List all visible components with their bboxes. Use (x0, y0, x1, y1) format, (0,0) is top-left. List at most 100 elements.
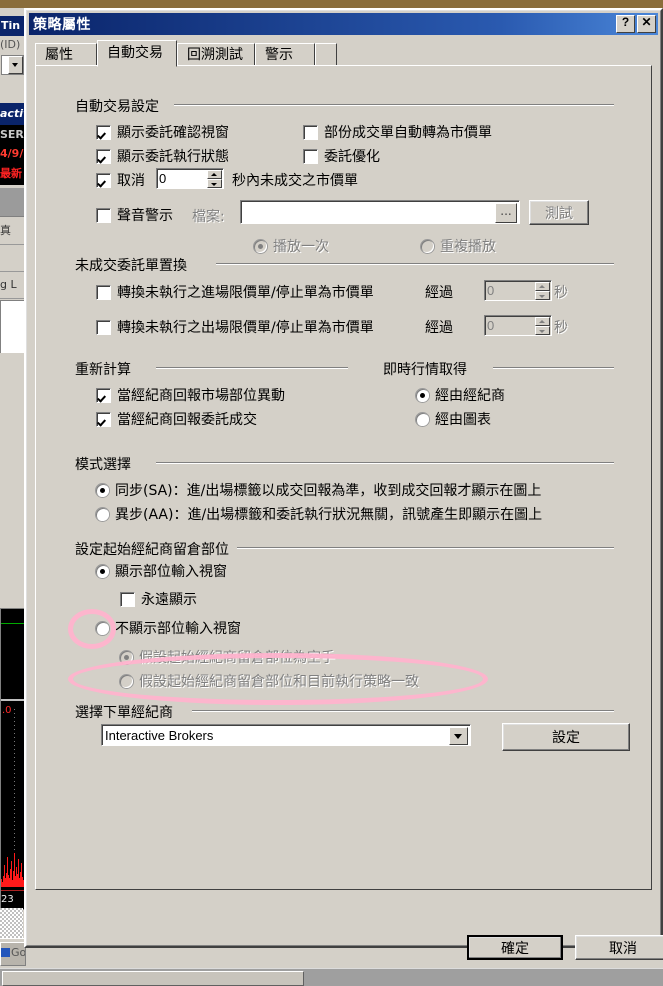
group-label-broker: 選擇下單經紀商 (75, 702, 179, 722)
radio-dot (254, 239, 267, 253)
background-white-panel (0, 300, 25, 354)
checkbox-cancel-unfilled[interactable]: 取消 (96, 170, 145, 190)
test-sound-button[interactable]: 測試 (529, 200, 589, 225)
stepper-buttons[interactable] (535, 282, 550, 300)
background-latest-label: 最新 (0, 163, 24, 185)
scrollbar-thumb[interactable] (2, 971, 304, 986)
cancel-seconds-stepper[interactable] (156, 168, 224, 189)
cancel-button[interactable]: 取消 (575, 935, 663, 960)
radio-play-once[interactable]: 播放一次 (254, 236, 329, 256)
chart-separator (1, 699, 24, 701)
tab-alerts[interactable]: 警示 (255, 43, 315, 66)
group-label-unfilled-replace: 未成交委託單置換 (75, 255, 193, 275)
checkbox-show-order-confirm[interactable]: 顯示委託確認視窗 (96, 122, 229, 142)
exit-seconds-stepper[interactable] (484, 315, 552, 336)
background-window-title: Tin (0, 16, 25, 36)
group-rule-recalc (156, 367, 348, 369)
group-rule-auto-trade (174, 104, 614, 106)
ok-button[interactable]: 確定 (467, 935, 563, 960)
chart-axis-label: 23 (1, 894, 14, 905)
radio-dot (120, 674, 133, 688)
checkbox-always-show[interactable]: 永遠顯示 (120, 589, 197, 609)
radio-quote-via-chart[interactable]: 經由圖表 (416, 409, 491, 429)
checkbox-label: 當經紀商回報市場部位異動 (117, 388, 285, 404)
stepper-up-icon (207, 170, 222, 179)
background-mid-filler (0, 353, 24, 608)
radio-dot (120, 650, 133, 664)
checkbox-box (96, 172, 111, 188)
group-label-auto-trade: 自動交易設定 (75, 96, 165, 116)
exit-after-label: 經過 (425, 320, 453, 336)
stepper-buttons[interactable] (207, 170, 222, 188)
checkbox-label: 顯示委託確認視窗 (117, 125, 229, 141)
checkbox-label: 轉換未執行之出場限價單/停止單為市價單 (117, 320, 374, 336)
radio-dot (416, 412, 429, 426)
group-rule-broker (192, 710, 614, 712)
background-top-bar (0, 0, 663, 8)
dialog-title-bar[interactable]: 策略屬性 ? ✕ (29, 13, 658, 35)
stepper-down-icon (535, 326, 550, 335)
broker-select[interactable]: Interactive Brokers (101, 724, 471, 746)
radio-mode-sync[interactable]: 同步(SA)：進/出場標籤以成交回報為準，收到成交回報才顯示在圖上 (96, 480, 541, 500)
sound-file-label: 檔案: (192, 209, 225, 225)
checkbox-sound-alert[interactable]: 聲音警示 (96, 205, 173, 225)
radio-dot (96, 621, 109, 635)
taskbar-item-icon (1, 948, 10, 957)
radio-dot (96, 507, 109, 521)
entry-seconds-unit: 秒 (554, 285, 568, 301)
browse-button[interactable]: ... (495, 203, 517, 223)
background-gray-block (0, 188, 24, 217)
radio-label: 播放一次 (273, 239, 329, 255)
tab-backtest[interactable]: 回溯測試 (177, 43, 255, 66)
chevron-down-icon (8, 56, 23, 74)
dialog-title: 策略屬性 (33, 17, 91, 33)
chart-price-label: .0 (2, 705, 12, 716)
background-app-left-strip: Tin (ID) activ SER 4/9/ 最新 真 g L .0 23 (0, 8, 25, 940)
chevron-down-icon[interactable] (449, 727, 468, 745)
broker-settings-button[interactable]: 設定 (502, 723, 630, 751)
radio-label: 不顯示部位輸入視窗 (115, 621, 241, 637)
checkbox-order-optimize[interactable]: 委託優化 (303, 146, 380, 166)
help-button[interactable]: ? (616, 15, 635, 33)
checkbox-label: 永遠顯示 (141, 592, 197, 608)
tab-properties[interactable]: 屬性 (35, 43, 97, 66)
radio-play-repeat[interactable]: 重複播放 (421, 236, 496, 256)
broker-selected-value: Interactive Brokers (105, 728, 214, 743)
radio-hide-position-input-window[interactable]: 不顯示部位輸入視窗 (96, 618, 241, 638)
stepper-up-icon (535, 282, 550, 291)
radio-assume-flat[interactable]: 假設起始經紀商留倉部位為空手 (120, 647, 335, 667)
checkbox-show-order-status[interactable]: 顯示委託執行狀態 (96, 146, 229, 166)
radio-mode-async[interactable]: 異步(AA)：進/出場標籤和委託執行狀況無關，訊號產生即顯示在圖上 (96, 504, 542, 524)
sound-file-input[interactable]: ... (240, 200, 520, 224)
background-chart-panel: .0 23 (0, 608, 25, 910)
checkbox-recalc-on-order-fill[interactable]: 當經紀商回報委託成交 (96, 409, 257, 429)
radio-show-position-input-window[interactable]: 顯示部位輸入視窗 (96, 561, 227, 581)
checkbox-label: 當經紀商回報委託成交 (117, 412, 257, 428)
chart-volume-bars (1, 841, 24, 887)
checkbox-box (96, 124, 111, 140)
checkbox-convert-entry-order[interactable]: 轉換未執行之進場限價單/停止單為市價單 (96, 282, 374, 302)
checkbox-partial-to-market[interactable]: 部份成交單自動轉為市價單 (303, 122, 492, 142)
checkbox-recalc-on-position-change[interactable]: 當經紀商回報市場部位異動 (96, 385, 285, 405)
radio-label: 顯示部位輸入視窗 (115, 564, 227, 580)
checkbox-box (96, 387, 111, 403)
radio-label: 經由圖表 (435, 412, 491, 428)
checkbox-convert-exit-order[interactable]: 轉換未執行之出場限價單/停止單為市價單 (96, 317, 374, 337)
radio-quote-via-broker[interactable]: 經由經紀商 (416, 385, 505, 405)
tab-filler (315, 43, 337, 66)
stepper-buttons[interactable] (535, 317, 550, 335)
background-combobox[interactable] (1, 55, 24, 75)
radio-assume-match-strategy[interactable]: 假設起始經紀商留倉部位和目前執行策略一致 (120, 671, 419, 691)
entry-seconds-stepper[interactable] (484, 280, 552, 301)
taskbar-item[interactable]: Go (0, 942, 26, 966)
tab-strip: 屬性 自動交易 回溯測試 警示 (35, 40, 652, 67)
horizontal-scrollbar[interactable] (0, 968, 663, 986)
tab-auto-trade[interactable]: 自動交易 (97, 40, 177, 67)
checkbox-label: 聲音警示 (117, 208, 173, 224)
close-icon[interactable]: ✕ (637, 15, 656, 33)
radio-label: 假設起始經紀商留倉部位和目前執行策略一致 (139, 674, 419, 690)
radio-label: 同步(SA)：進/出場標籤以成交回報為準，收到成交回報才顯示在圖上 (115, 483, 542, 499)
radio-dot (421, 239, 434, 253)
background-hatch-area (0, 908, 23, 940)
background-list-row-2 (0, 245, 24, 272)
